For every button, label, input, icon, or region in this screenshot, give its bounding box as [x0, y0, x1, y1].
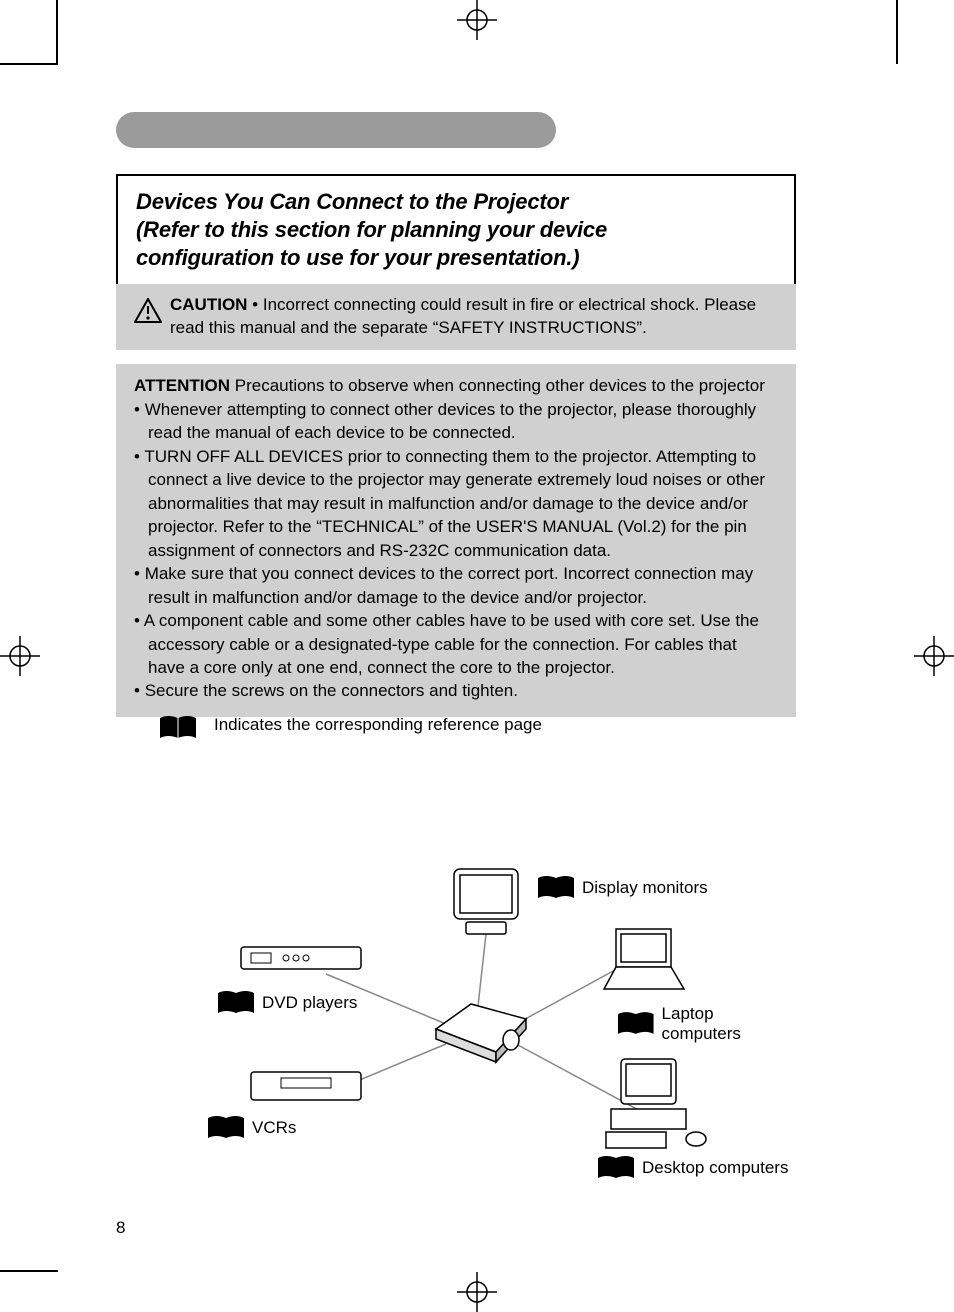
attention-list: Whenever attempting to connect other dev… [134, 398, 778, 703]
page-content: Devices You Can Connect to the Projector… [58, 64, 896, 1272]
attention-item: Make sure that you connect devices to th… [134, 562, 778, 609]
registration-mark-icon [457, 1272, 497, 1312]
desktop-computers-label: Desktop computers [642, 1158, 788, 1178]
registration-mark-icon [0, 636, 40, 676]
book-icon [536, 874, 576, 902]
title-line-1: Devices You Can Connect to the Projector [136, 188, 776, 216]
attention-subtitle: Precautions to observe when connecting o… [230, 376, 765, 395]
vcrs-label-group: VCRs [206, 1114, 296, 1142]
page-number: 8 [116, 1218, 125, 1238]
section-header-pill [116, 112, 556, 148]
attention-item: TURN OFF ALL DEVICES prior to connecting… [134, 445, 778, 562]
crop-mark [56, 0, 58, 64]
caution-box: CAUTION • Incorrect connecting could res… [116, 284, 796, 350]
attention-item: Secure the screws on the connectors and … [134, 679, 778, 702]
vcrs-label: VCRs [252, 1118, 296, 1138]
book-icon [216, 989, 256, 1017]
legend: Indicates the corresponding reference pa… [158, 714, 542, 742]
crop-mark [0, 63, 58, 65]
crop-mark [0, 1270, 58, 1272]
laptop-computers-label: Laptop computers [662, 1004, 796, 1044]
monitor-icon [446, 864, 526, 939]
laptop-icon [596, 924, 686, 994]
book-icon [616, 1010, 656, 1038]
legend-text: Indicates the corresponding reference pa… [214, 714, 542, 737]
attention-item: A component cable and some other cables … [134, 609, 778, 679]
registration-mark-icon [914, 636, 954, 676]
book-icon [206, 1114, 246, 1142]
dvd-players-label-group: DVD players [216, 989, 357, 1017]
caution-body: • Incorrect connecting could result in f… [170, 295, 756, 337]
attention-heading: ATTENTION Precautions to observe when co… [134, 376, 778, 396]
dvd-player-icon [236, 939, 366, 979]
caution-label: CAUTION [170, 295, 247, 314]
attention-item: Whenever attempting to connect other dev… [134, 398, 778, 445]
projector-icon [426, 994, 536, 1069]
title-line-3: configuration to use for your presentati… [136, 244, 776, 272]
title-box: Devices You Can Connect to the Projector… [116, 174, 796, 286]
registration-mark-icon [457, 0, 497, 40]
vcr-icon [246, 1064, 366, 1109]
laptop-computers-label-group: Laptop computers [616, 1004, 796, 1044]
connection-diagram: Display monitors Laptop computers Deskto… [116, 804, 796, 1184]
title-line-2: (Refer to this section for planning your… [136, 216, 776, 244]
dvd-players-label: DVD players [262, 993, 357, 1013]
warning-icon [134, 298, 162, 324]
attention-label: ATTENTION [134, 376, 230, 395]
book-icon [596, 1154, 636, 1182]
caution-text: CAUTION • Incorrect connecting could res… [170, 294, 778, 340]
attention-box: ATTENTION Precautions to observe when co… [116, 364, 796, 717]
display-monitors-label: Display monitors [582, 878, 708, 898]
desktop-computers-label-group: Desktop computers [596, 1154, 788, 1182]
book-icon [158, 714, 198, 742]
crop-mark [896, 0, 898, 64]
display-monitors-label-group: Display monitors [536, 874, 708, 902]
desktop-icon [596, 1054, 716, 1154]
